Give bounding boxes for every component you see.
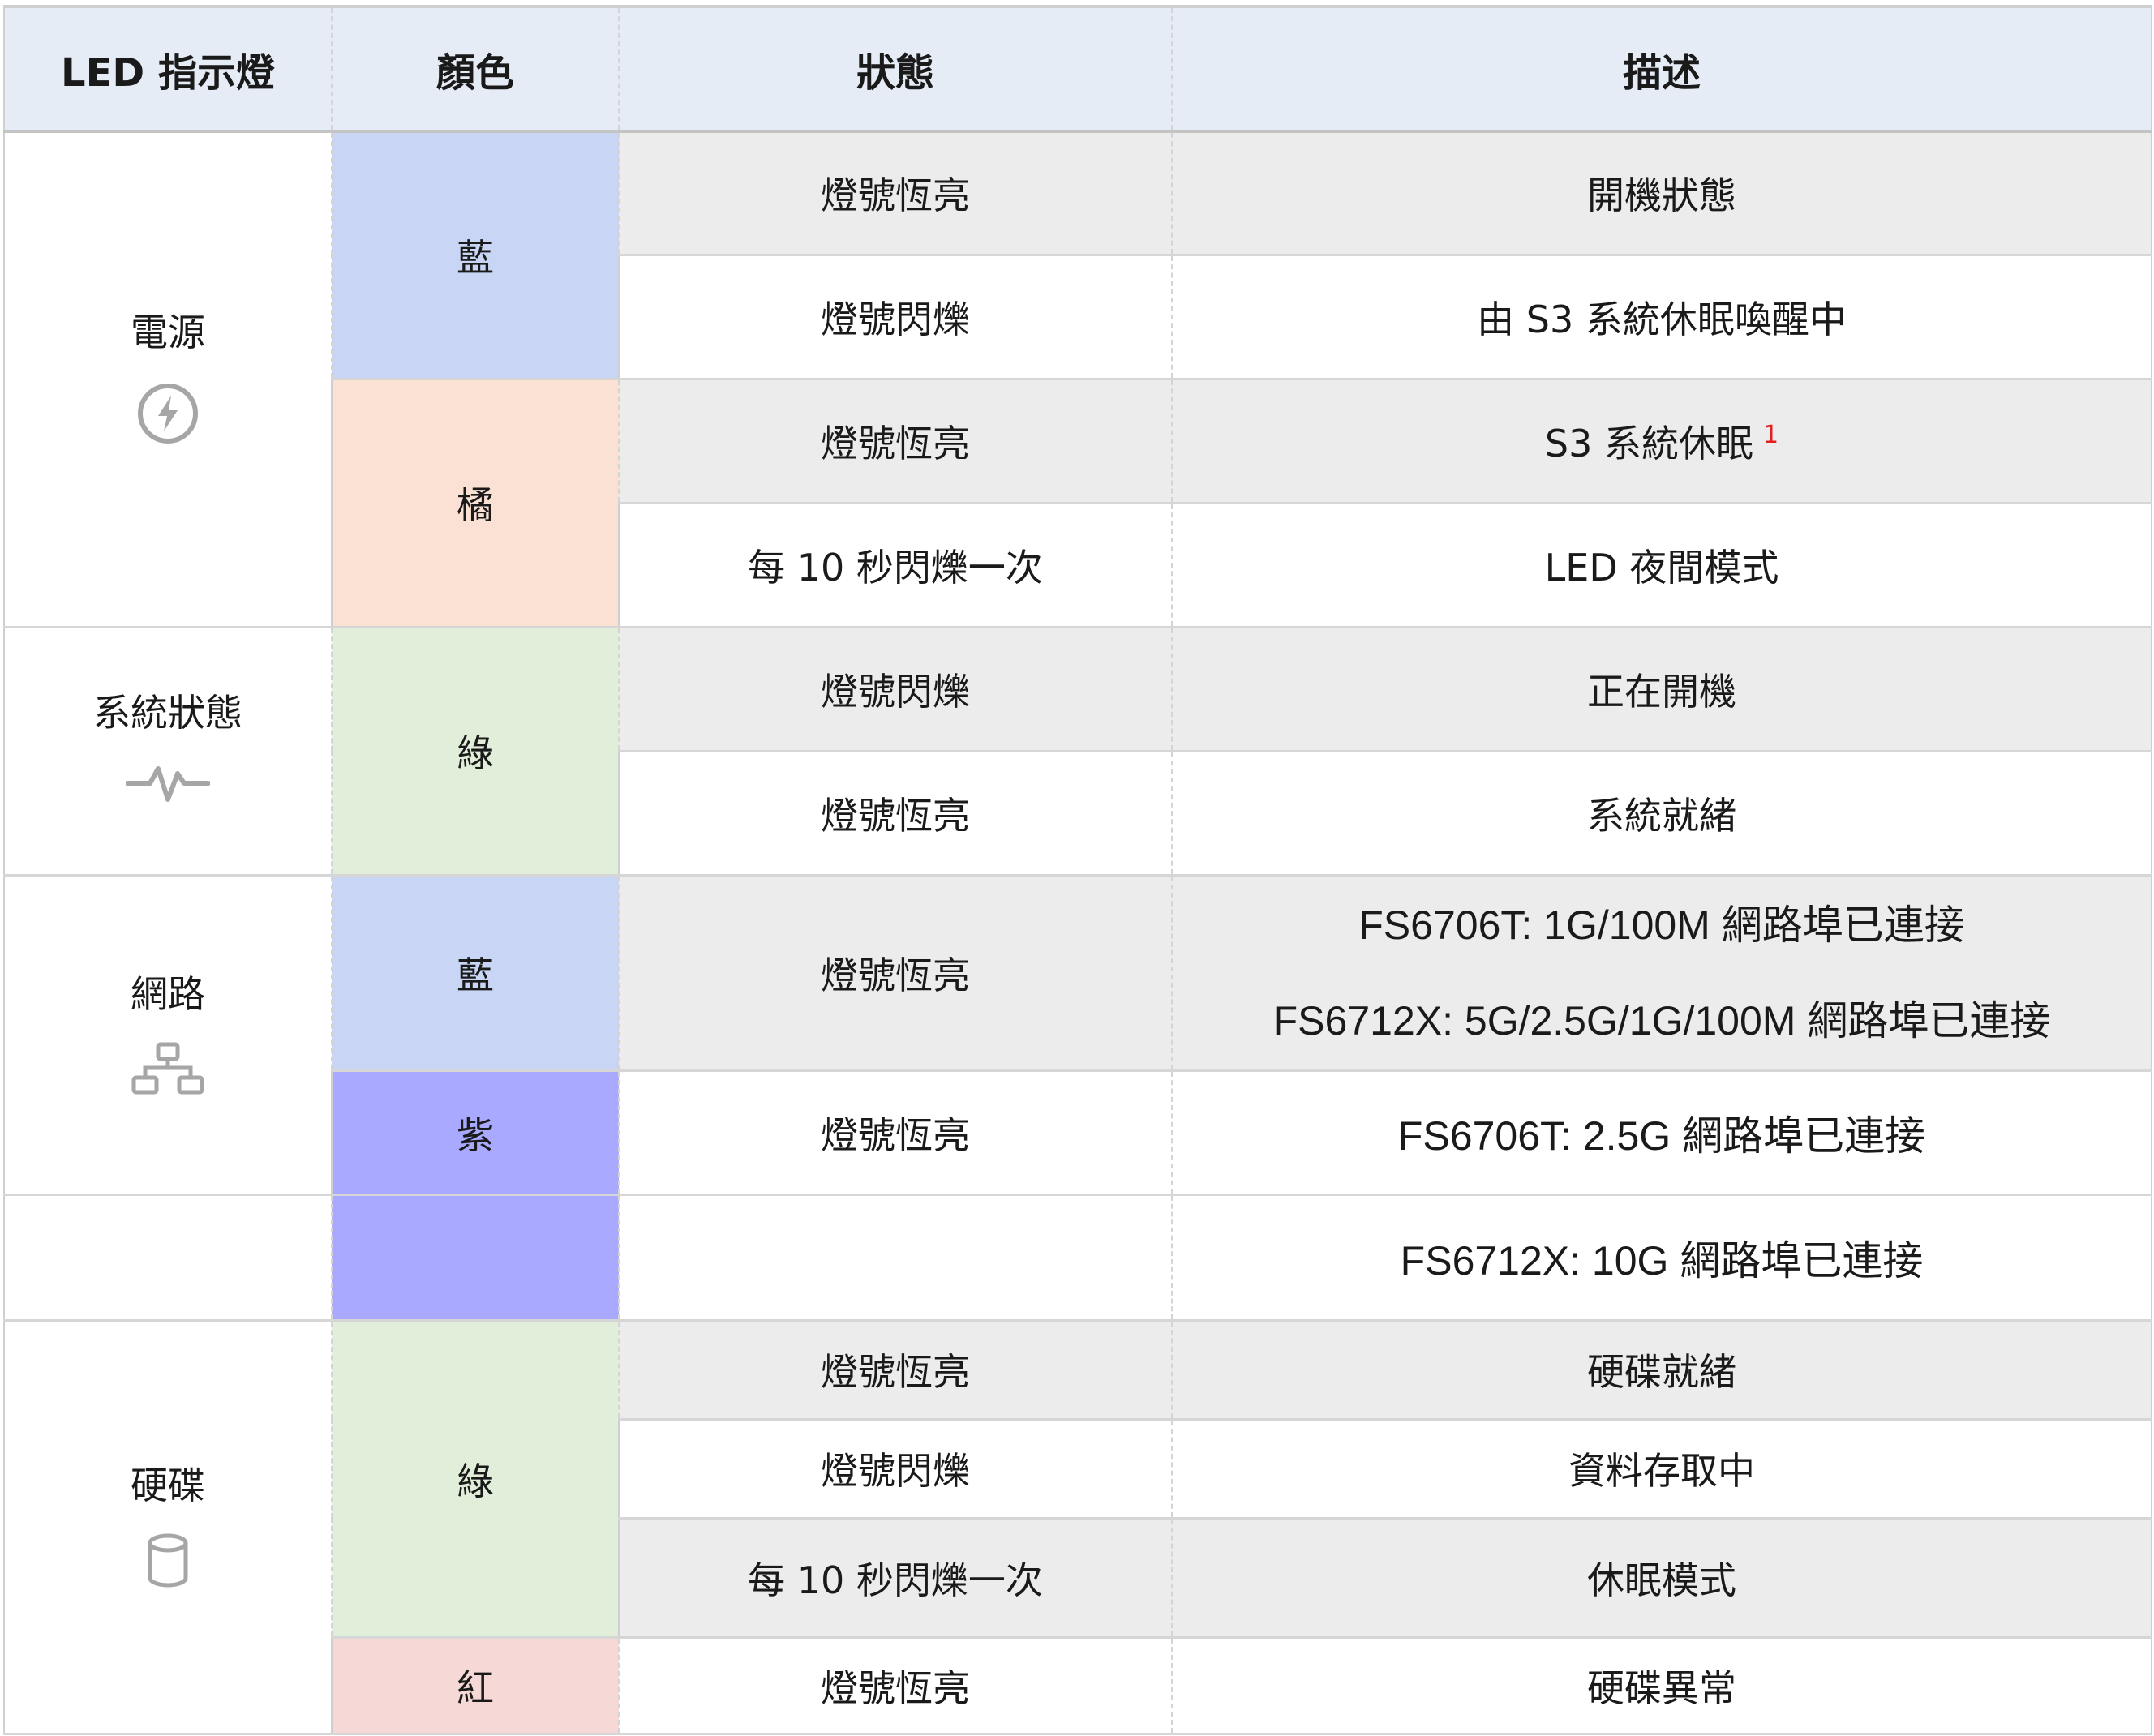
description-cell: 硬碟就緒 — [1171, 1318, 2152, 1421]
led-label-system: 系統狀態 — [93, 690, 242, 735]
led-label-power: 電源 — [131, 311, 205, 355]
status-cell: 燈號恆亮 — [618, 873, 1173, 1072]
header-description: 描述 — [1171, 5, 2152, 133]
led-label-network: 網路 — [131, 971, 205, 1016]
network-icon — [131, 1042, 204, 1095]
description-cell: 硬碟異常 — [1171, 1635, 2152, 1735]
description-cell: LED 夜間模式 — [1171, 501, 2152, 628]
description-cell: 休眠模式 — [1171, 1516, 2152, 1639]
description-cell: 開機狀態 — [1171, 130, 2152, 256]
footnote-marker: 1 — [1763, 421, 1779, 450]
activity-pulse-icon — [126, 766, 210, 803]
status-cell: 燈號閃爍 — [618, 625, 1173, 752]
description-text: S3 系統休眠 — [1544, 421, 1753, 465]
led-indicator-table: LED 指示燈 顏色 狀態 描述 電源 藍 燈號恆亮 開機狀態 燈號閃爍 由 S… — [3, 5, 2152, 1735]
status-cell: 燈號恆亮 — [618, 749, 1173, 877]
description-line: FS6706T: 1G/100M 網路埠已連接 — [1358, 902, 1965, 948]
description-cell: FS6706T: 1G/100M 網路埠已連接 FS6712X: 5G/2.5G… — [1171, 873, 2152, 1072]
table-row: 網路 藍 燈號恆亮 FS6706T: 1G/100M 網路埠已連接 FS6712… — [3, 873, 2152, 1196]
disk-cylinder-icon — [148, 1533, 188, 1588]
description-cell: 系統就緒 — [1171, 749, 2152, 877]
led-cell-power: 電源 — [3, 130, 333, 628]
description-line: FS6712X: 5G/2.5G/1G/100M 網路埠已連接 — [1272, 997, 2051, 1044]
led-cell-network: 網路 — [3, 873, 333, 1196]
color-cell-empty-purple — [331, 1193, 620, 1322]
power-icon — [138, 384, 198, 444]
header-led: LED 指示燈 — [3, 5, 333, 133]
color-cell-network-blue: 藍 — [331, 873, 620, 1072]
description-cell: FS6706T: 2.5G 網路埠已連接 — [1171, 1069, 2152, 1196]
status-cell: 燈號恆亮 — [618, 1635, 1173, 1735]
description-cell: FS6712X: 10G 網路埠已連接 — [1171, 1193, 2152, 1322]
table-row: FS6712X: 10G 網路埠已連接 — [3, 1193, 2152, 1322]
status-cell: 燈號恆亮 — [618, 1069, 1173, 1196]
description-cell: 由 S3 系統休眠喚醒中 — [1171, 253, 2152, 380]
header-status: 狀態 — [618, 5, 1173, 133]
status-cell — [618, 1193, 1173, 1322]
color-cell-network-purple: 紫 — [331, 1069, 620, 1196]
description-cell: 正在開機 — [1171, 625, 2152, 752]
led-cell-disk: 硬碟 — [3, 1318, 333, 1735]
color-cell-power-orange: 橘 — [331, 377, 620, 628]
status-cell: 燈號閃爍 — [618, 253, 1173, 380]
color-cell-system-green: 綠 — [331, 625, 620, 877]
header-color: 顏色 — [331, 5, 620, 133]
description-cell: S3 系統休眠 1 — [1171, 377, 2152, 504]
table-row: 電源 藍 燈號恆亮 開機狀態 — [3, 130, 2152, 628]
color-cell-power-blue: 藍 — [331, 130, 620, 380]
description-cell: 資料存取中 — [1171, 1417, 2152, 1520]
header-row: LED 指示燈 顏色 狀態 描述 — [3, 5, 2152, 133]
status-cell: 燈號恆亮 — [618, 1318, 1173, 1421]
status-cell: 每 10 秒閃爍一次 — [618, 1516, 1173, 1639]
status-cell: 燈號恆亮 — [618, 130, 1173, 256]
status-cell: 燈號閃爍 — [618, 1417, 1173, 1520]
led-cell-empty — [3, 1193, 333, 1322]
color-cell-disk-red: 紅 — [331, 1635, 620, 1735]
table-row: 系統狀態 綠 燈號閃爍 正在開機 — [3, 625, 2152, 877]
table-row: 硬碟 綠 燈號恆亮 硬碟就緒 — [3, 1318, 2152, 1735]
led-cell-system: 系統狀態 — [3, 625, 333, 877]
led-label-disk: 硬碟 — [131, 1463, 205, 1507]
status-cell: 每 10 秒閃爍一次 — [618, 501, 1173, 628]
color-cell-disk-green: 綠 — [331, 1318, 620, 1639]
status-cell: 燈號恆亮 — [618, 377, 1173, 504]
